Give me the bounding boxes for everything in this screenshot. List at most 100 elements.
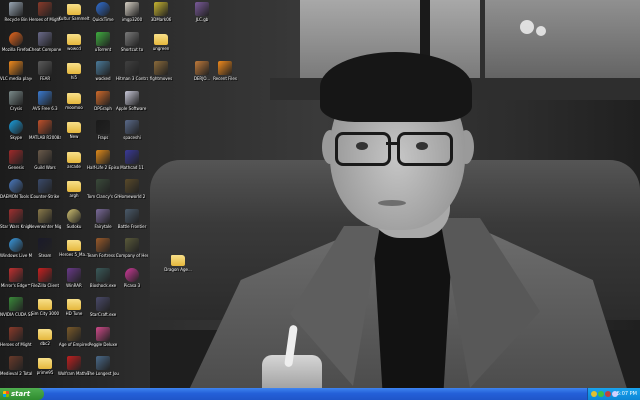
taskbar-clock[interactable]: 5:07 PM <box>617 388 637 400</box>
desktop-icon[interactable]: prime95 <box>29 356 61 375</box>
desktop-icon[interactable]: DPGraph <box>87 91 119 111</box>
desktop-icon[interactable]: Hitman 3 Contracts <box>116 61 148 81</box>
desktop-icon[interactable]: Neverwinter Nights 2 <box>29 209 61 229</box>
crysis-icon <box>9 91 23 105</box>
desktop-icon[interactable]: Mathcad 11 <box>116 150 148 170</box>
desktop-icon[interactable]: VLC media player <box>0 61 32 81</box>
desktop-icon[interactable]: arcade <box>58 150 90 169</box>
desktop-icon-label: Counter-Strike <box>30 194 60 199</box>
desktop-icon[interactable]: wacked <box>87 61 119 81</box>
desktop-icon[interactable]: FEAR <box>29 61 61 81</box>
desktop-icon[interactable]: Recent Files <box>209 61 241 81</box>
desktop-icon[interactable]: Heroes 5_Ma... <box>58 238 90 257</box>
desktop-icon[interactable]: WinRAR <box>58 268 90 288</box>
desktop-icon[interactable]: Bioshock.exe <box>87 268 119 288</box>
desktop-icon[interactable]: Team Fortress 2 <box>87 238 119 258</box>
desktop-icon[interactable]: HD Tune <box>58 297 90 316</box>
desktop-icon-label: The Longest Journey <box>87 371 119 376</box>
desktop-icon[interactable]: Sim City 3000 <box>29 297 61 316</box>
desktop-icon-label: dbc2 <box>40 341 50 346</box>
wallpaper-eye <box>416 142 428 150</box>
game-icon <box>38 2 52 16</box>
desktop-icon[interactable]: 3DMark06 <box>145 2 177 22</box>
desktop-icon[interactable]: Picasa 3 <box>116 268 148 288</box>
desktop-icon[interactable]: Recycle Bin <box>0 2 32 22</box>
game-icon <box>9 356 23 370</box>
desktop-icon[interactable]: Tom Clancy's Ghost Recon <box>87 179 119 199</box>
desktop-icon[interactable]: dbc2 <box>29 327 61 346</box>
start-button[interactable]: start <box>0 388 44 400</box>
desktop-icon[interactable]: Heroes of Might and... <box>0 327 32 347</box>
desktop-icon[interactable]: MATLAB R2008a <box>29 120 61 140</box>
desktop-icon[interactable]: Cheat Component <box>29 32 61 52</box>
game-icon <box>125 179 139 193</box>
desktop-icon[interactable]: Heroes of Might and... <box>29 2 61 22</box>
desktop-icon[interactable]: Fairytale <box>87 209 119 229</box>
desktop-icon[interactable]: DAEMON Tools Lite <box>0 179 32 199</box>
folder-icon <box>67 152 81 163</box>
desktop-icon-label: Bioshock.exe <box>89 283 117 288</box>
desktop-icon[interactable]: wowcd <box>58 32 90 51</box>
tray-icon[interactable] <box>605 391 611 397</box>
desktop-icon[interactable]: Apple Software Up <box>116 91 148 111</box>
desktop-icon-label: DAEMON Tools Lite <box>0 194 32 199</box>
desktop-icon[interactable]: AVS Free 6.3 <box>29 91 61 111</box>
desktop-icon[interactable]: Homeworld 2 <box>116 179 148 199</box>
desktop-icon[interactable]: fightmoves <box>145 61 177 81</box>
desktop-icon-label: Fraps <box>97 135 109 140</box>
desktop-icon[interactable]: Peggle Deluxe <box>87 327 119 347</box>
desktop-icon[interactable]: StarCraft.exe <box>87 297 119 317</box>
tray-icon[interactable] <box>598 391 604 397</box>
desktop-icon-label: Peggle Deluxe <box>88 342 118 347</box>
desktop-icon[interactable]: imgp3200 <box>116 2 148 22</box>
file-icon <box>195 2 209 16</box>
desktop-icon[interactable]: Steam <box>29 238 61 258</box>
desktop-icon[interactable]: Windows Live Messenger <box>0 238 32 258</box>
desktop-icon[interactable]: Guild Wars <box>29 150 61 170</box>
desktop-icon[interactable]: Company of Heroes <box>116 238 148 258</box>
desktop-icon[interactable]: moomoo <box>58 91 90 110</box>
desktop-icon[interactable]: Half-Life 2 Episode One <box>87 150 119 170</box>
desktop-icon[interactable]: Mirror's Edge™ <box>0 268 32 288</box>
folder-icon <box>38 299 52 310</box>
windows-logo-icon <box>3 391 9 397</box>
desktop-icon[interactable]: Crysis <box>0 91 32 111</box>
desktop-icon[interactable]: NVIDIA CUDA SDK Browser <box>0 297 32 317</box>
desktop-icon[interactable]: Kultur Sammelt <box>58 2 90 21</box>
desktop-icon[interactable]: Wolfram Mathematica 7 <box>58 356 90 376</box>
desktop-icon[interactable]: FileZilla Client <box>29 268 61 288</box>
desktop-icon[interactable]: Mozilla Firefox <box>0 32 32 52</box>
desktop-icon[interactable]: The Longest Journey <box>87 356 119 376</box>
desktop-icon[interactable]: Skype <box>0 120 32 140</box>
desktop-icon[interactable]: hi5 <box>58 61 90 80</box>
desktop-icon[interactable]: Counter-Strike <box>29 179 61 199</box>
desktop-icon[interactable]: Medieval 2 Total War <box>0 356 32 376</box>
avs-icon <box>38 91 52 105</box>
quicktime-icon <box>96 2 110 16</box>
desktop-icon[interactable]: ungreen <box>145 32 177 51</box>
desktop-icon[interactable]: Dragon Age... <box>162 253 194 272</box>
desktop-icon[interactable]: Age of Empires <box>58 327 90 347</box>
desktop-icon-label: Guild Wars <box>34 165 56 170</box>
utorrent-icon <box>96 32 110 46</box>
fraps-icon <box>96 120 110 134</box>
game-icon <box>125 209 139 223</box>
desktop-icon[interactable]: uTorrent <box>87 32 119 52</box>
skype-icon <box>9 120 23 134</box>
tray-icon[interactable] <box>591 391 597 397</box>
desktop-icon[interactable]: Shortcut to <box>116 32 148 52</box>
desktop-icon[interactable]: Sudoku <box>58 209 90 229</box>
desktop-icon[interactable]: Battle Frontier <box>116 209 148 229</box>
desktop-icon-label: Picasa 3 <box>123 283 141 288</box>
desktop-icon[interactable]: Fraps <box>87 120 119 140</box>
desktop-icon[interactable]: Genesis <box>0 150 32 170</box>
game-icon <box>67 327 81 341</box>
desktop-icon[interactable]: spaceshi <box>116 120 148 140</box>
desktop-icon[interactable]: argh <box>58 179 90 198</box>
folder-icon <box>67 34 81 45</box>
desktop-icon[interactable]: QuickTime <box>87 2 119 22</box>
desktop-icon-label: Team Fortress 2 <box>87 253 119 258</box>
desktop-icon[interactable]: JLC.gb <box>186 2 218 22</box>
desktop-icon[interactable]: New <box>58 120 90 139</box>
desktop-icon[interactable]: Star Wars Knights of t... <box>0 209 32 229</box>
